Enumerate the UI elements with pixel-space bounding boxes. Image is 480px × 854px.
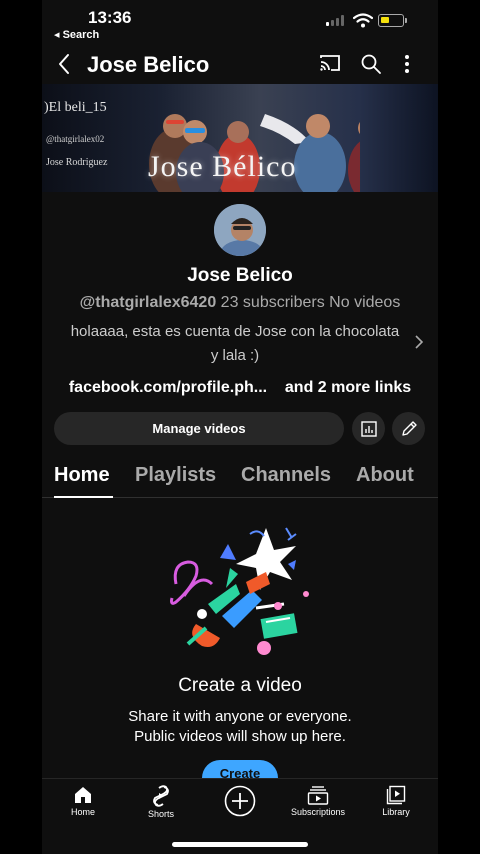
nav-home-label: Home bbox=[70, 807, 95, 817]
analytics-icon bbox=[360, 420, 377, 437]
home-icon bbox=[75, 787, 91, 803]
avatar-photo bbox=[214, 204, 266, 256]
channel-handle: @thatgirlalex6420 bbox=[79, 294, 217, 311]
tab-home[interactable]: Home bbox=[54, 464, 110, 487]
cast-icon[interactable] bbox=[319, 54, 341, 72]
channel-link[interactable]: facebook.com/profile.ph... bbox=[69, 379, 267, 396]
channel-name: Jose Belico bbox=[187, 265, 293, 286]
empty-state-title: Create a video bbox=[178, 675, 302, 696]
tab-channels[interactable]: Channels bbox=[241, 464, 331, 487]
tab-about[interactable]: About bbox=[356, 464, 414, 487]
create-video-illustration bbox=[170, 527, 309, 655]
shorts-icon bbox=[153, 785, 169, 807]
nav-home[interactable]: Home bbox=[43, 785, 123, 817]
more-vert-icon[interactable] bbox=[404, 53, 410, 75]
banner-text-line1: )El beli_15 bbox=[44, 100, 107, 115]
empty-state-subtitle: Share it with anyone or everyone. Public… bbox=[42, 707, 438, 747]
search-icon[interactable] bbox=[360, 53, 382, 75]
status-time: 13:36 bbox=[88, 8, 132, 27]
nav-subscriptions[interactable]: Subscriptions bbox=[278, 785, 358, 817]
empty-state-line2: Public videos will show up here. bbox=[134, 728, 346, 745]
chevron-right-icon[interactable] bbox=[414, 334, 424, 350]
manage-videos-button[interactable]: Manage videos bbox=[54, 412, 344, 445]
tab-playlists[interactable]: Playlists bbox=[135, 464, 216, 487]
library-icon bbox=[386, 785, 406, 805]
video-count: No videos bbox=[329, 294, 401, 311]
banner-text-line2: @thatgirlalex02 bbox=[46, 134, 105, 144]
active-tab-indicator bbox=[54, 496, 113, 498]
nav-subscriptions-label: Subscriptions bbox=[290, 807, 346, 817]
pencil-icon bbox=[401, 420, 417, 436]
channel-links[interactable]: facebook.com/profile.ph... and 2 more li… bbox=[42, 379, 438, 397]
nav-library[interactable]: Library bbox=[356, 785, 436, 817]
page-title: Jose Belico bbox=[87, 52, 210, 77]
add-circle-icon bbox=[224, 785, 256, 817]
empty-state-line1: Share it with anyone or everyone. bbox=[128, 708, 352, 725]
analytics-button[interactable] bbox=[352, 412, 385, 445]
battery-icon bbox=[378, 14, 407, 27]
nav-shorts[interactable]: Shorts bbox=[121, 785, 201, 819]
nav-library-label: Library bbox=[382, 807, 410, 817]
channel-tabs: Home Playlists Channels About bbox=[42, 456, 438, 498]
top-app-bar: Jose Belico bbox=[42, 44, 438, 86]
more-links[interactable]: and 2 more links bbox=[285, 379, 411, 396]
back-arrow-icon[interactable] bbox=[56, 52, 72, 76]
nav-shorts-label: Shorts bbox=[147, 809, 174, 819]
subscriptions-icon bbox=[307, 786, 329, 805]
nav-create[interactable] bbox=[200, 785, 280, 817]
channel-banner: )El beli_15 @thatgirlalex02 Jose Rodrigu… bbox=[42, 84, 438, 192]
subscriber-count: 23 subscribers bbox=[220, 294, 325, 311]
back-to-search-link[interactable]: ◂ Search bbox=[54, 28, 99, 41]
banner-text-line3: Jose Rodriguez bbox=[46, 157, 108, 168]
channel-meta: @thatgirlalex6420 23 subscribers No vide… bbox=[42, 294, 438, 312]
home-indicator[interactable] bbox=[172, 842, 308, 847]
wifi-icon bbox=[353, 13, 373, 28]
status-bar: 13:36 ◂ Search bbox=[42, 0, 438, 44]
banner-title: Jose Bélico bbox=[148, 150, 297, 183]
edit-channel-button[interactable] bbox=[392, 412, 425, 445]
phone-screen: 13:36 ◂ Search Jose Belico)El beli_15 @… bbox=[42, 0, 438, 854]
channel-description[interactable]: holaaaa, esta es cuenta de Jose con la c… bbox=[70, 320, 400, 368]
signal-icon bbox=[326, 15, 344, 26]
avatar[interactable] bbox=[214, 204, 266, 256]
